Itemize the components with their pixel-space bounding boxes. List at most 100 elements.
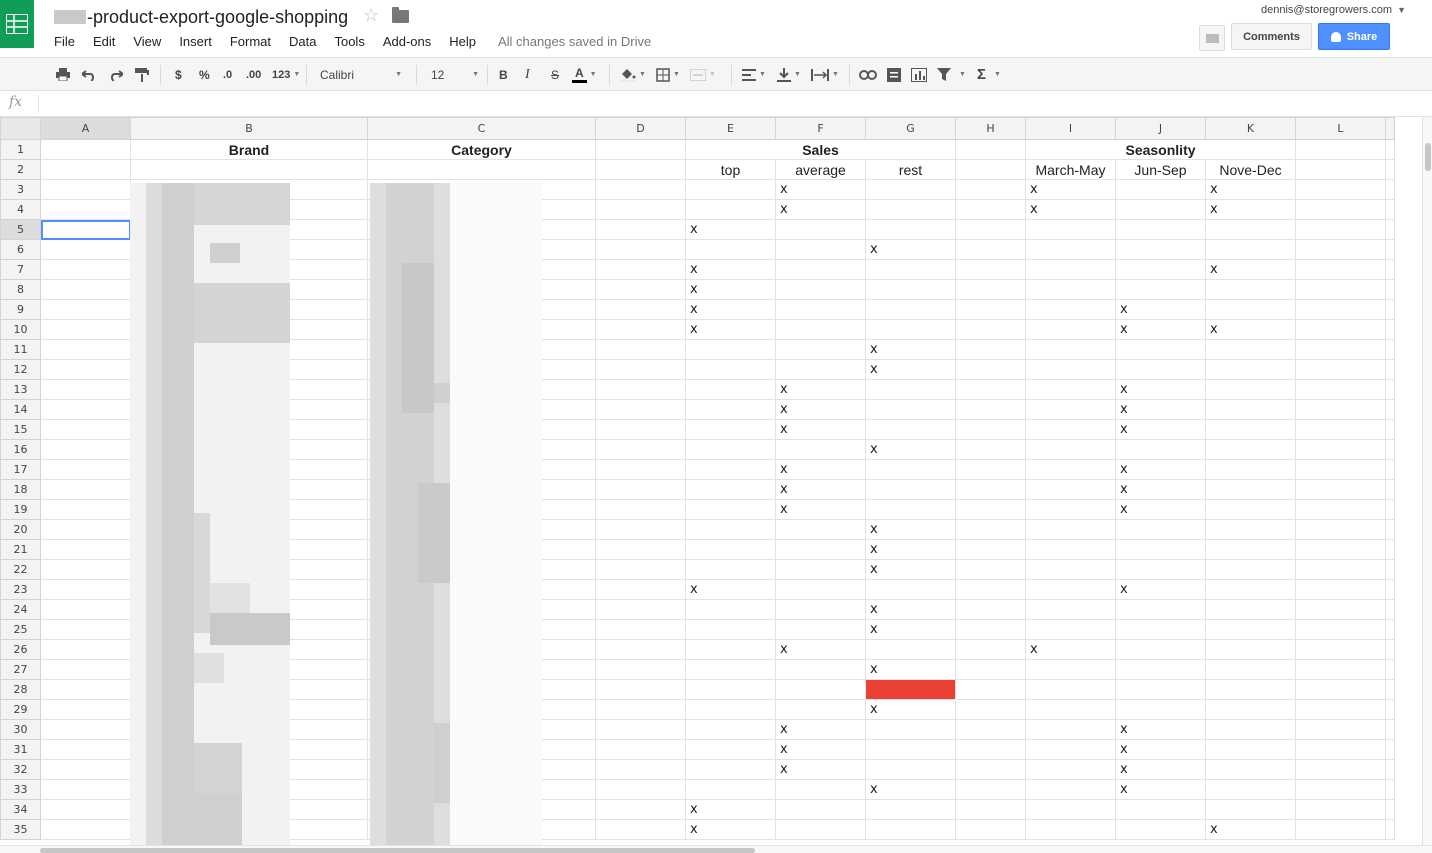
cell-j2-jun-sep[interactable]: Jun-Sep xyxy=(1115,159,1206,180)
menu-insert[interactable]: Insert xyxy=(179,34,212,49)
strikethrough-button[interactable]: S xyxy=(551,58,559,91)
cell-e10[interactable]: x xyxy=(685,319,776,340)
cell-m13[interactable] xyxy=(1385,379,1395,400)
cell-d32[interactable] xyxy=(595,759,686,780)
cell-f6[interactable] xyxy=(775,239,866,260)
cell-a2[interactable] xyxy=(40,159,131,180)
cell-c6[interactable] xyxy=(367,239,596,260)
vertical-scroll-thumb[interactable] xyxy=(1425,143,1431,171)
cell-e20[interactable] xyxy=(685,519,776,540)
cell-a32[interactable] xyxy=(40,759,131,780)
cell-m16[interactable] xyxy=(1385,439,1395,460)
cell-j11[interactable] xyxy=(1115,339,1206,360)
decrease-decimal-button[interactable]: .0 xyxy=(223,58,232,91)
cell-b4[interactable] xyxy=(130,199,368,220)
cell-l25[interactable] xyxy=(1295,619,1386,640)
filter-button[interactable]: ▼ xyxy=(937,58,966,91)
cell-e33[interactable] xyxy=(685,779,776,800)
cell-g25[interactable]: x xyxy=(865,619,956,640)
increase-decimal-button[interactable]: .00 xyxy=(246,58,261,91)
cell-b5[interactable] xyxy=(130,219,368,240)
cell-d2[interactable] xyxy=(595,159,686,180)
cell-b34[interactable] xyxy=(130,799,368,820)
cell-h12[interactable] xyxy=(955,359,1026,380)
cell-g9[interactable] xyxy=(865,299,956,320)
formula-input[interactable] xyxy=(44,94,1414,114)
cell-j9[interactable]: x xyxy=(1115,299,1206,320)
cell-k9[interactable] xyxy=(1205,299,1296,320)
cell-l6[interactable] xyxy=(1295,239,1386,260)
cell-b18[interactable] xyxy=(130,479,368,500)
cell-j23[interactable]: x xyxy=(1115,579,1206,600)
cell-j17[interactable]: x xyxy=(1115,459,1206,480)
cell-c30[interactable] xyxy=(367,719,596,740)
cell-i19[interactable] xyxy=(1025,499,1116,520)
cell-h25[interactable] xyxy=(955,619,1026,640)
cell-k11[interactable] xyxy=(1205,339,1296,360)
cell-a10[interactable] xyxy=(40,319,131,340)
cell-f33[interactable] xyxy=(775,779,866,800)
cell-f7[interactable] xyxy=(775,259,866,280)
cell-b25[interactable] xyxy=(130,619,368,640)
cell-b8[interactable] xyxy=(130,279,368,300)
cell-l33[interactable] xyxy=(1295,779,1386,800)
cell-f2-average[interactable]: average xyxy=(775,159,866,180)
cell-l31[interactable] xyxy=(1295,739,1386,760)
cell-e16[interactable] xyxy=(685,439,776,460)
column-header-c[interactable]: C xyxy=(367,117,596,140)
cell-j3[interactable] xyxy=(1115,179,1206,200)
cell-k26[interactable] xyxy=(1205,639,1296,660)
cell-b9[interactable] xyxy=(130,299,368,320)
cell-h9[interactable] xyxy=(955,299,1026,320)
cell-c29[interactable] xyxy=(367,699,596,720)
cell-h19[interactable] xyxy=(955,499,1026,520)
cell-e12[interactable] xyxy=(685,359,776,380)
cell-e18[interactable] xyxy=(685,479,776,500)
cell-b23[interactable] xyxy=(130,579,368,600)
insert-link-icon[interactable] xyxy=(859,58,877,91)
cell-b21[interactable] xyxy=(130,539,368,560)
row-header[interactable]: 10 xyxy=(0,319,41,340)
row-header[interactable]: 25 xyxy=(0,619,41,640)
cell-d28[interactable] xyxy=(595,679,686,700)
cell-l2[interactable] xyxy=(1295,159,1386,180)
cell-k15[interactable] xyxy=(1205,419,1296,440)
cell-i27[interactable] xyxy=(1025,659,1116,680)
cell-c35[interactable] xyxy=(367,819,596,840)
cell-l27[interactable] xyxy=(1295,659,1386,680)
row-header[interactable]: 16 xyxy=(0,439,41,460)
cell-g11[interactable]: x xyxy=(865,339,956,360)
menu-tools[interactable]: Tools xyxy=(334,34,364,49)
cell-m17[interactable] xyxy=(1385,459,1395,480)
horizontal-scrollbar[interactable] xyxy=(0,845,1432,853)
cell-j30[interactable]: x xyxy=(1115,719,1206,740)
cell-j6[interactable] xyxy=(1115,239,1206,260)
cell-b29[interactable] xyxy=(130,699,368,720)
cell-k31[interactable] xyxy=(1205,739,1296,760)
cell-m31[interactable] xyxy=(1385,739,1395,760)
cell-d35[interactable] xyxy=(595,819,686,840)
cell-e19[interactable] xyxy=(685,499,776,520)
cell-l13[interactable] xyxy=(1295,379,1386,400)
cell-k28[interactable] xyxy=(1205,679,1296,700)
cell-h5[interactable] xyxy=(955,219,1026,240)
cell-g26[interactable] xyxy=(865,639,956,660)
cell-j14[interactable]: x xyxy=(1115,399,1206,420)
cell-b32[interactable] xyxy=(130,759,368,780)
cell-l26[interactable] xyxy=(1295,639,1386,660)
cell-l29[interactable] xyxy=(1295,699,1386,720)
cell-g2-rest[interactable]: rest xyxy=(865,159,956,180)
cell-k35[interactable]: x xyxy=(1205,819,1296,840)
cell-e11[interactable] xyxy=(685,339,776,360)
cell-i30[interactable] xyxy=(1025,719,1116,740)
cell-j27[interactable] xyxy=(1115,659,1206,680)
cell-m12[interactable] xyxy=(1385,359,1395,380)
cell-d5[interactable] xyxy=(595,219,686,240)
cell-k25[interactable] xyxy=(1205,619,1296,640)
cell-f22[interactable] xyxy=(775,559,866,580)
cell-g22[interactable]: x xyxy=(865,559,956,580)
cell-m3[interactable] xyxy=(1385,179,1395,200)
row-header[interactable]: 33 xyxy=(0,779,41,800)
cell-b10[interactable] xyxy=(130,319,368,340)
cell-f27[interactable] xyxy=(775,659,866,680)
